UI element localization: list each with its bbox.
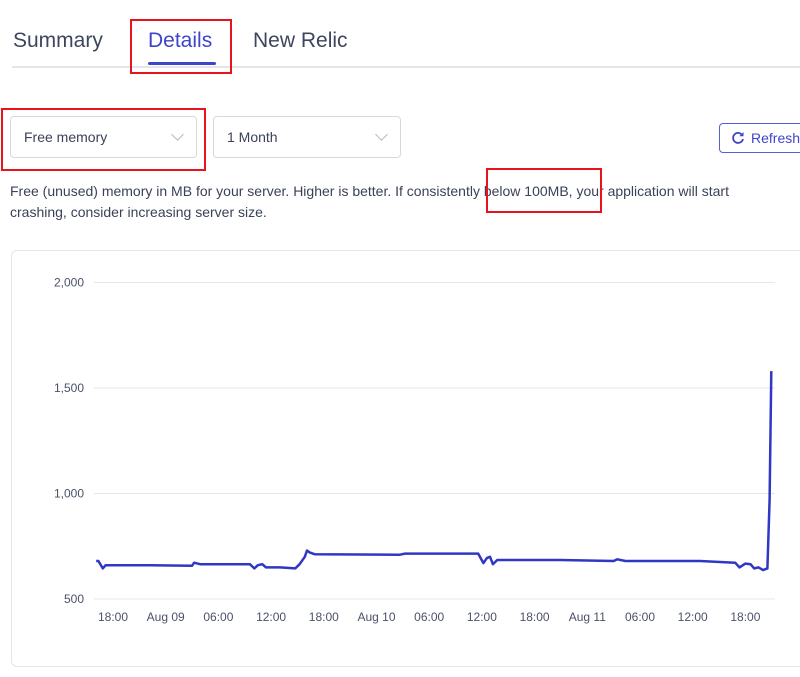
- y-tick-label: 1,500: [54, 381, 84, 395]
- y-tick-label: 1,000: [54, 487, 84, 501]
- series-line: [96, 371, 773, 572]
- free-memory-chart: 500 1,000 1,500 2,000 18:00 Aug 09 06:00 12:00 1…: [54, 276, 775, 624]
- x-tick-label: 18:00: [730, 610, 760, 624]
- x-tick-label: 12:00: [678, 610, 708, 624]
- x-tick-label: 18:00: [98, 610, 128, 624]
- y-tick-label: 2,000: [54, 276, 84, 290]
- x-tick-label: 18:00: [309, 610, 339, 624]
- y-tick-label: 500: [64, 592, 84, 606]
- x-tick-label: Aug 11: [569, 610, 606, 624]
- x-tick-label: 06:00: [203, 610, 233, 624]
- x-tick-label: 12:00: [256, 610, 286, 624]
- x-tick-label: 12:00: [467, 610, 497, 624]
- x-tick-label: 06:00: [414, 610, 444, 624]
- x-tick-label: 06:00: [625, 610, 655, 624]
- x-tick-label: Aug 10: [357, 610, 395, 624]
- x-tick-label: Aug 09: [147, 610, 185, 624]
- x-tick-label: 18:00: [520, 610, 550, 624]
